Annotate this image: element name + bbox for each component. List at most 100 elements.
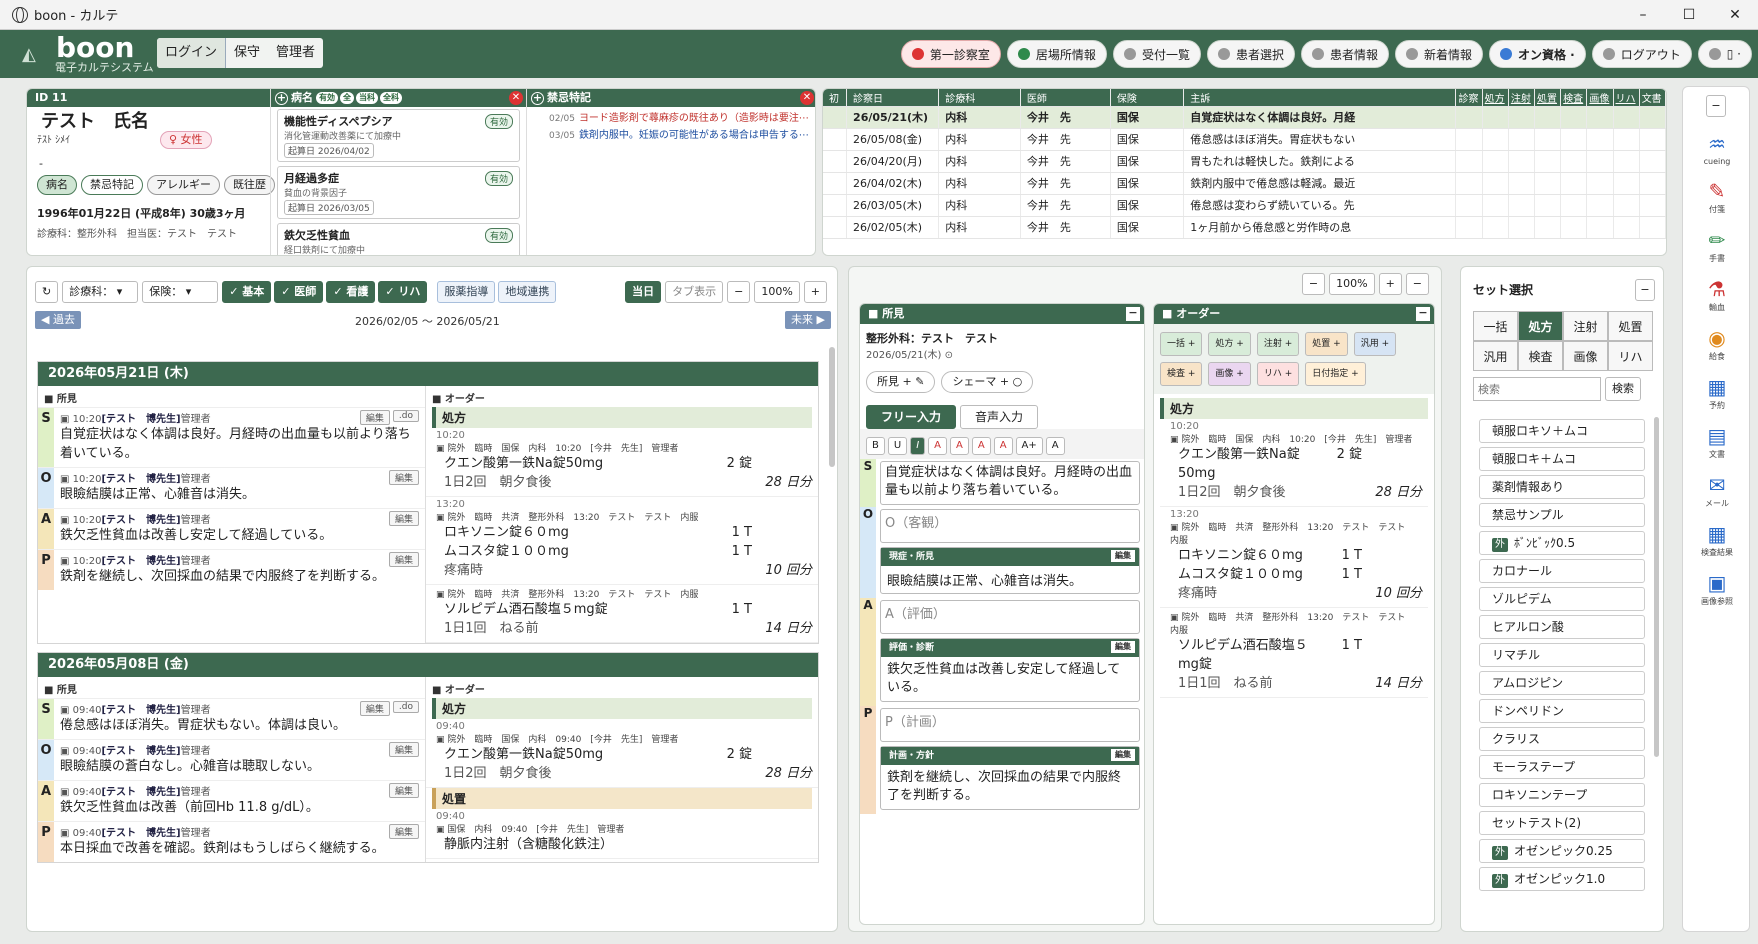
add-schema-button[interactable]: シェーマ + ○ [941,371,1034,393]
soap-edit-button[interactable]: 編集 [388,783,419,798]
set-item[interactable]: 外 ﾎﾞﾝﾋﾞｯｸ0.5 [1479,531,1645,555]
sidebar-tool-9[interactable]: ▦ 検査結果 [1683,521,1751,558]
order-type-5[interactable]: 汎用 + [1353,332,1397,356]
nav-button-3[interactable]: 受付一覧 [1112,40,1201,68]
insurance-select[interactable]: 保険： ▾ [142,281,219,303]
format-button-8[interactable]: A+ [1015,437,1043,455]
soap-edit-button[interactable]: 編集 [388,824,419,839]
history-flag-header[interactable]: 文書 [1639,89,1666,107]
disease-card[interactable]: 月経過多症 貧血の背景因子 起算日 2026/03/05 有効 [277,166,520,219]
format-button-2[interactable]: U [887,437,908,455]
o-input[interactable]: O（客観） [880,509,1140,543]
disease-card[interactable]: 機能性ディスペプシア 消化管運動改善薬にて加療中 起算日 2026/04/02 有効 [277,109,520,162]
nav-button-4[interactable]: 患者選択 [1206,40,1295,68]
set-item[interactable]: ロキソニンテープ [1479,783,1645,807]
a-sub-edit[interactable]: 編集 [1111,641,1135,653]
sidebar-tool-1[interactable]: ♒ cueing [1683,131,1751,166]
history-row[interactable]: 26/02/05(木) 内科 今井 先国保 1ヶ月前から倦怠感と労作時の息 [823,216,1666,239]
patient-tag-1[interactable]: 病名 [37,175,77,195]
history-flag-header[interactable]: リハ [1613,89,1640,107]
set-item[interactable]: モーラステープ [1479,755,1645,779]
set-item[interactable]: ゾルピデム [1479,587,1645,611]
history-col-header[interactable]: 診察日 [846,89,940,107]
history-row[interactable]: 26/04/02(木) 内科 今井 先国保 鉄剤内服中で倦怠感は軽減。最近 [823,172,1666,195]
history-col-header[interactable]: 主訴 [1183,89,1457,107]
history-col-header[interactable]: 医師 [1020,89,1111,107]
set-tab-1[interactable]: 一括 [1473,311,1518,341]
records-scrollbar[interactable] [829,347,835,467]
minimize-button[interactable]: – [1620,0,1666,30]
set-tab-4[interactable]: 処置 [1608,311,1653,341]
nav-button-9[interactable]: ▯ · [1697,40,1752,68]
p-input[interactable]: P（計画） [880,708,1140,742]
set-tab-7[interactable]: 画像 [1563,341,1608,371]
filter-link-2[interactable]: 地域連携 [498,281,557,303]
sidebar-tool-6[interactable]: ▦ 予約 [1683,374,1751,411]
disease-filter-2[interactable]: 全 [340,92,354,104]
set-tab-5[interactable]: 汎用 [1473,341,1518,371]
sidebar-tool-7[interactable]: ▤ 文書 [1683,423,1751,460]
format-button-9[interactable]: A [1045,437,1065,455]
order-type-3[interactable]: 注射 + [1256,332,1300,356]
set-item[interactable]: セットテスト(2) [1479,811,1645,835]
history-flag-header[interactable]: 処置 [1534,89,1562,107]
today-button[interactable]: 当日 [625,281,662,303]
soap-edit-button[interactable]: 編集 [388,470,419,485]
history-col-header[interactable]: 初 [823,89,848,107]
editor-zoom-in[interactable]: + [1378,273,1402,295]
history-row[interactable]: 26/05/08(金) 内科 今井 先国保 倦怠感はほぼ消失。胃症状もない [823,128,1666,151]
refresh-button[interactable]: ↻ [35,281,59,303]
history-col-header[interactable]: 保険 [1110,89,1185,107]
future-button[interactable]: 未来 ▶ [785,311,831,329]
nav-button-2[interactable]: 居場所情報 [1006,40,1107,68]
filter-toggle-4[interactable]: ✓ リハ [378,281,428,303]
order-type-8[interactable]: リハ + [1256,362,1300,386]
set-item[interactable]: 外オゼンピック0.25 [1479,839,1645,863]
editor-collapse-button[interactable]: − [1405,273,1429,295]
nav-button-8[interactable]: ログアウト [1591,40,1692,68]
add-disease-icon[interactable]: + [275,91,288,105]
zoom-in-button[interactable]: + [803,281,827,303]
history-row[interactable]: 26/05/21(木) 内科 今井 先国保 自覚症状はなく体調は良好。月経 [823,106,1666,129]
format-button-6[interactable]: A [971,437,991,455]
order-type-6[interactable]: 検査 + [1160,362,1203,386]
set-item[interactable]: 頓服ロキソ＋ムコ [1479,419,1645,443]
soap-edit-button[interactable]: 編集 [388,511,419,526]
sidebar-tool-4[interactable]: ⚗ 輸血 [1683,276,1751,313]
o-sub-edit[interactable]: 編集 [1111,550,1135,562]
set-collapse-button[interactable]: − [1635,279,1655,301]
order-type-7[interactable]: 画像 + [1208,362,1251,386]
history-row[interactable]: 26/04/20(月) 内科 今井 先国保 胃もたれは軽快した。鉄剤による [823,150,1666,173]
note-item[interactable]: 02/05 ヨード造影剤で蕁麻疹の既往あり（造影時は要注⋯ [527,107,815,124]
set-tab-6[interactable]: 検査 [1518,341,1563,371]
maximize-button[interactable]: ☐ [1666,0,1712,30]
patient-tag-3[interactable]: アレルギー [147,175,220,195]
order-type-2[interactable]: 処方 + [1208,332,1251,356]
close-disease-icon[interactable]: ✕ [509,91,523,105]
set-item[interactable]: アムロジピン [1479,671,1645,695]
editor-zoom-out[interactable]: − [1301,273,1326,295]
set-item[interactable]: ヒアルロン酸 [1479,615,1645,639]
set-item[interactable]: リマチル [1479,643,1645,667]
soap-edit-button[interactable]: 編集 [359,701,390,716]
add-note-icon[interactable]: + [531,91,544,105]
history-flag-header[interactable]: 診察 [1455,89,1483,107]
history-flag-header[interactable]: 画像 [1586,89,1614,107]
s-input[interactable]: 自覚症状はなく体調は良好。月経時の出血量も以前より落ち着いている。 [880,461,1140,505]
set-search-input[interactable] [1473,377,1601,401]
set-scrollbar[interactable] [1654,417,1659,757]
disease-filter-1[interactable]: 有効 [316,92,338,104]
p-sub-edit[interactable]: 編集 [1111,749,1135,761]
set-item[interactable]: 頓服ロキ＋ムコ [1479,447,1645,471]
sidebar-tool-10[interactable]: ▣ 画像参照 [1683,570,1751,607]
soap-edit-button[interactable]: 編集 [388,742,419,757]
set-item[interactable]: 禁忌サンプル [1479,503,1645,527]
history-flag-header[interactable]: 処方 [1482,89,1509,107]
login-label[interactable]: ログイン [157,38,227,68]
findings-collapse-icon[interactable]: − [1126,307,1140,321]
set-item[interactable]: ドンペリドン [1479,699,1645,723]
order-type-4[interactable]: 処置 + [1305,332,1348,356]
set-item[interactable]: 外オゼンピック1.0 [1479,867,1645,891]
set-search-button[interactable]: 検索 [1605,377,1641,401]
order-collapse-icon[interactable]: − [1416,307,1430,321]
